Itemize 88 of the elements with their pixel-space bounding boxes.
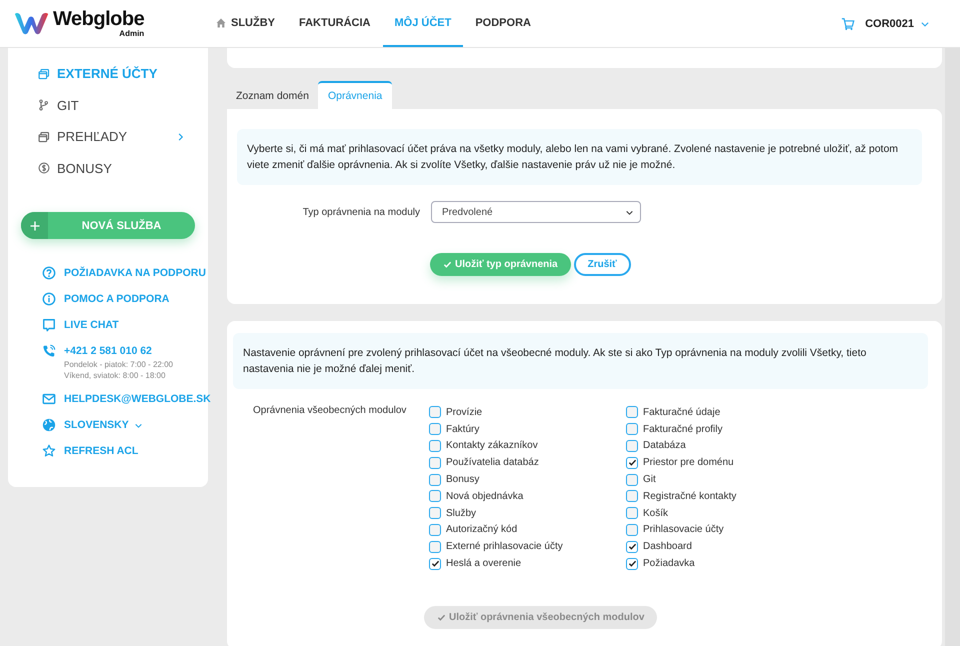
save-button[interactable]: Uložiť typ oprávnenia bbox=[430, 253, 571, 276]
checkbox[interactable] bbox=[626, 540, 638, 553]
tab[interactable]: Oprávnenia bbox=[318, 81, 392, 109]
checkbox[interactable] bbox=[626, 490, 638, 502]
checkbox-label: Provízie bbox=[446, 406, 482, 418]
checkbox-label: Kontakty zákazníkov bbox=[446, 440, 538, 452]
field-label: Typ oprávnenia na moduly bbox=[302, 206, 420, 218]
checkbox[interactable] bbox=[626, 423, 638, 436]
checkbox[interactable] bbox=[429, 440, 441, 452]
new-service-button[interactable]: NOVÁ SLUŽBA bbox=[21, 212, 195, 239]
info-text: Nastavenie oprávnení pre zvolený prihlasovací účet na všeobecné moduly. Ak ste si ako Typ oprávnenia na moduly zvolili Všetky, tieto nastavenia nie je možné ďalej meniť. bbox=[233, 333, 928, 389]
checkbox-label: Prihlasovacie účty bbox=[643, 524, 724, 536]
windows-icon bbox=[38, 130, 50, 143]
checkbox-label: Heslá a overenie bbox=[446, 558, 522, 570]
checkbox-label: Bonusy bbox=[446, 474, 480, 486]
checkbox-label: Autorizačný kód bbox=[446, 524, 518, 536]
checkbox-label: Košík bbox=[643, 508, 668, 519]
sidebar-link[interactable]: LIVE CHAT bbox=[64, 317, 119, 333]
logo-subtitle: Admin bbox=[119, 28, 144, 38]
checkbox[interactable] bbox=[429, 456, 441, 469]
checkbox[interactable] bbox=[429, 524, 441, 536]
sidebar-link[interactable]: REFRESH ACL bbox=[64, 443, 138, 459]
sidebar-link[interactable]: SLOVENSKY bbox=[64, 417, 129, 433]
mail-icon bbox=[42, 392, 56, 406]
checkbox[interactable] bbox=[429, 474, 441, 486]
info-text: Vyberte si, či má mať prihlasovací účet práva na všetky moduly, alebo len na vami vybrané. Zvolené nastavenie je potrebné uložiť, až potom viete zmeniť ďalšie oprávnenia. Ak si zvolíte Všetky, ďalšie nastavenie práv už nie je možné. bbox=[237, 129, 922, 185]
checkbox-label: Požiadavka bbox=[643, 558, 695, 570]
checkbox-label: Externé prihlasovacie účty bbox=[446, 541, 563, 552]
sidebar-item[interactable]: BONUSY bbox=[38, 152, 186, 184]
checkbox-label: Fakturačné profily bbox=[643, 424, 722, 435]
checkbox[interactable] bbox=[429, 558, 441, 570]
checkbox[interactable] bbox=[429, 540, 441, 553]
check-icon bbox=[437, 612, 446, 622]
info-icon bbox=[42, 292, 56, 306]
windows-icon bbox=[38, 68, 50, 80]
checkbox-label: Priestor pre doménu bbox=[643, 457, 734, 468]
cart-icon[interactable] bbox=[841, 16, 856, 30]
permission-type-select[interactable]: Predvolené bbox=[431, 201, 641, 223]
checkbox-label: Nová objednávka bbox=[446, 490, 524, 502]
phone-icon bbox=[42, 344, 56, 358]
nav-tab[interactable]: SLUŽBY bbox=[203, 0, 287, 47]
cancel-button[interactable]: Zrušiť bbox=[574, 253, 631, 276]
nav-tab[interactable]: PODPORA bbox=[463, 0, 543, 47]
globe-icon bbox=[42, 418, 56, 432]
scrollbar[interactable] bbox=[945, 48, 960, 646]
checkbox-label: Používatelia databáz bbox=[446, 457, 539, 468]
logo-text: Webglobe bbox=[53, 8, 144, 28]
hours-text: Pondelok - piatok: 7:00 - 22:00 bbox=[64, 359, 173, 370]
checkbox[interactable] bbox=[429, 490, 441, 502]
checkbox[interactable] bbox=[626, 474, 638, 486]
checkbox[interactable] bbox=[626, 524, 638, 536]
checkbox[interactable] bbox=[429, 406, 441, 418]
tab[interactable]: Zoznam domén bbox=[227, 81, 318, 109]
branch-icon bbox=[38, 99, 50, 112]
checkbox[interactable] bbox=[626, 558, 638, 570]
checkbox[interactable] bbox=[626, 507, 638, 520]
question-icon bbox=[42, 266, 56, 280]
dollar-icon bbox=[38, 162, 50, 174]
check-icon bbox=[443, 260, 452, 269]
save-button: Uložiť oprávnenia všeobecných modulov bbox=[424, 606, 658, 629]
checkbox-label: Git bbox=[643, 474, 656, 486]
checkbox[interactable] bbox=[626, 406, 638, 418]
home-icon bbox=[215, 16, 227, 28]
logo-icon bbox=[13, 11, 51, 36]
checkbox[interactable] bbox=[626, 440, 638, 452]
nav-tab[interactable]: FAKTURÁCIA bbox=[287, 0, 382, 47]
field-label: Oprávnenia všeobecných modulov bbox=[252, 405, 408, 418]
sidebar-link[interactable]: POMOC A PODPORA bbox=[64, 291, 170, 307]
checkbox-label: Databáza bbox=[643, 440, 686, 452]
checkbox-label: Fakturačné údaje bbox=[643, 406, 720, 418]
plus-icon bbox=[28, 220, 40, 232]
sidebar-link[interactable]: HELPDESK@WEBGLOBE.SK bbox=[64, 391, 211, 407]
sidebar-link[interactable]: POŽIADAVKA NA PODPORU bbox=[64, 265, 206, 281]
checkbox-label: Služby bbox=[446, 508, 476, 519]
account-menu[interactable]: COR0021 bbox=[865, 18, 930, 30]
sidebar-item[interactable]: EXTERNÉ ÚČTY bbox=[38, 58, 186, 90]
checkbox[interactable] bbox=[429, 507, 441, 520]
checkbox-label: Dashboard bbox=[643, 541, 692, 552]
sidebar-item[interactable]: PREHĽADY bbox=[38, 121, 186, 152]
hours-text: Víkend, sviatok: 8:00 - 18:00 bbox=[64, 370, 166, 381]
checkbox[interactable] bbox=[626, 456, 638, 469]
sidebar-link[interactable]: +421 2 581 010 62 bbox=[64, 343, 152, 359]
chat-icon bbox=[42, 318, 56, 332]
checkbox[interactable] bbox=[429, 423, 441, 436]
star-icon bbox=[42, 444, 56, 458]
checkbox-label: Faktúry bbox=[446, 424, 480, 435]
checkbox-label: Registračné kontakty bbox=[643, 490, 736, 502]
sidebar-item[interactable]: GIT bbox=[38, 90, 186, 121]
